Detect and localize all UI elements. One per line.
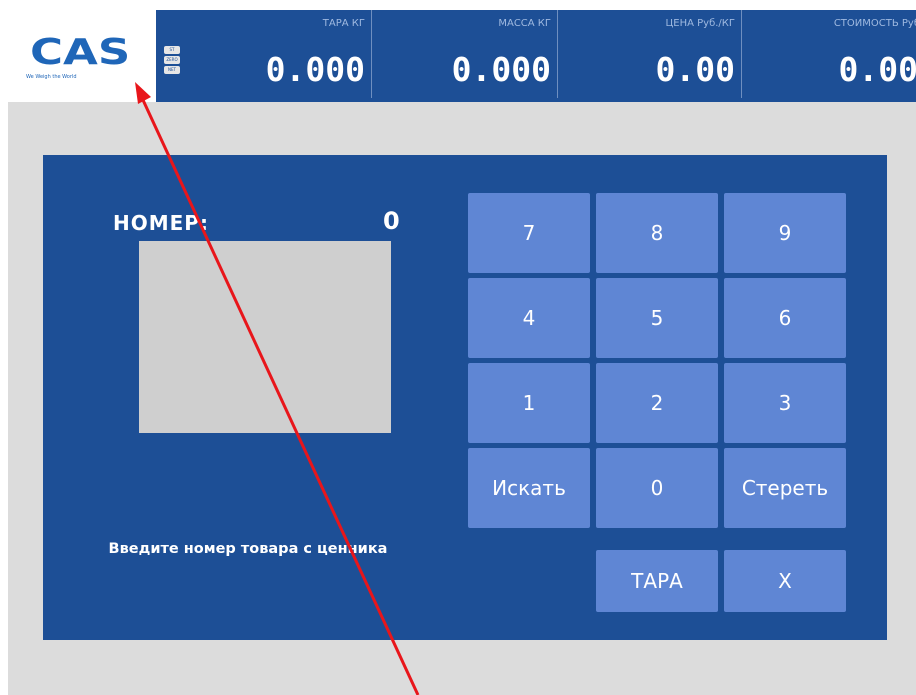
- arrow-shaft: [141, 99, 420, 695]
- pointer-arrow-icon: [135, 82, 420, 695]
- arrow-head: [135, 82, 151, 104]
